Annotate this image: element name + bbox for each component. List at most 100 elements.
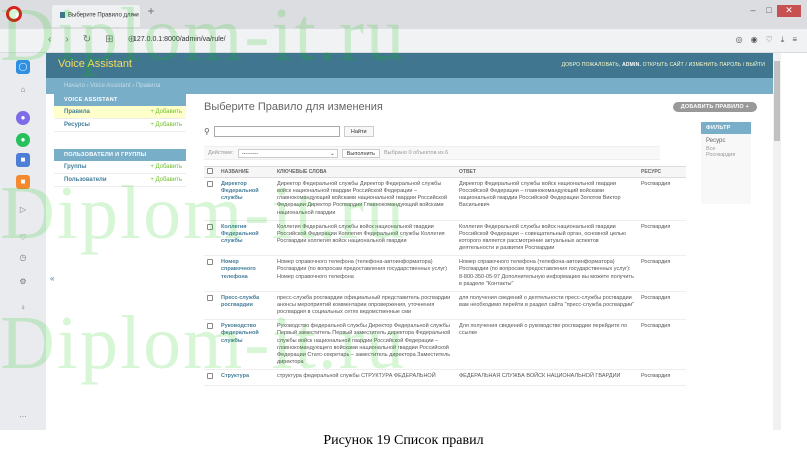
rule-resource: Росгвардия xyxy=(638,220,686,257)
search-input[interactable] xyxy=(213,126,340,137)
new-tab-icon[interactable]: + xyxy=(144,5,158,19)
table-row[interactable]: Коллегия Федеральной службы Коллегия Феде… xyxy=(204,220,686,257)
history-icon[interactable]: ◷ xyxy=(16,251,30,265)
col-header-answer[interactable]: ОТВЕТ xyxy=(456,166,638,178)
chevron-down-icon: ⌄ xyxy=(330,150,335,157)
nav-item-groups[interactable]: Группы + Добавить xyxy=(54,161,186,174)
row-checkbox[interactable] xyxy=(207,323,213,330)
bookmarks-icon[interactable]: ♡ xyxy=(16,231,30,245)
run-action-button[interactable]: Выполнить xyxy=(341,148,380,158)
page-scrollbar[interactable] xyxy=(773,53,781,430)
rule-name-link[interactable]: Структура xyxy=(218,369,274,387)
url-field[interactable]: 127.0.0.1:8000/admin/va/rule/ xyxy=(133,36,226,43)
player-icon[interactable]: ▷ xyxy=(16,203,30,217)
rule-keywords: структура федеральной службы СТРУКТУРА Ф… xyxy=(274,369,456,387)
table-header-row: НАЗВАНИЕ КЛЮЧЕВЫЕ СЛОВА ОТВЕТ РЕСУРС xyxy=(204,166,686,178)
workspace-icon[interactable]: ◯ xyxy=(16,60,30,74)
site-name[interactable]: Voice Assistant xyxy=(58,58,132,70)
table-row[interactable]: Директор Федеральной службы Директор Феде… xyxy=(204,177,686,221)
close-tab-icon[interactable]: ✕ xyxy=(132,12,137,19)
select-all-checkbox[interactable] xyxy=(207,168,213,174)
menu-icon[interactable]: ≡ xyxy=(792,35,797,45)
table-row[interactable]: Номер справочного телефона Номер справочн… xyxy=(204,255,686,292)
home-icon[interactable]: ⌂ xyxy=(16,83,30,97)
filter-title: ФИЛЬТР xyxy=(701,122,751,134)
col-header-name[interactable]: НАЗВАНИЕ xyxy=(218,166,274,178)
row-checkbox-cell[interactable] xyxy=(204,220,218,257)
breadcrumb-app[interactable]: Voice Assistant xyxy=(90,83,130,89)
rule-name-link[interactable]: Номер справочного телефона xyxy=(218,255,274,292)
table-row[interactable]: Структура структура федеральной службы СТ… xyxy=(204,369,686,387)
username: ADMIN. xyxy=(622,62,642,68)
settings-icon[interactable]: ⚙ xyxy=(16,275,30,289)
user-links[interactable]: ОТКРЫТЬ САЙТ / ИЗМЕНИТЬ ПАРОЛЬ / ВЫЙТИ xyxy=(643,62,765,68)
nav-item-users[interactable]: Пользователи + Добавить xyxy=(54,174,186,187)
select-all-checkbox-cell[interactable] xyxy=(204,166,218,178)
rule-name-link[interactable]: Пресс-служба росгвардии xyxy=(218,291,274,321)
rule-keywords: Директор Федеральной службы Директор Фед… xyxy=(274,177,456,221)
admin-nav-sidebar: VOICE ASSISTANT Правила + Добавить Ресурс… xyxy=(54,94,186,187)
page-title: Выберите Правило для изменения xyxy=(204,101,383,113)
filter-resource-heading: Ресурс xyxy=(706,138,726,144)
nav-caption-users-groups[interactable]: ПОЛЬЗОВАТЕЛИ И ГРУППЫ xyxy=(54,149,186,161)
forward-icon[interactable]: › xyxy=(65,34,68,45)
row-checkbox[interactable] xyxy=(207,223,213,230)
rule-name-link[interactable]: Руководство федеральной службы xyxy=(218,319,274,371)
messenger-icon[interactable]: ● xyxy=(16,111,30,125)
reload-icon[interactable]: ↻ xyxy=(83,34,91,45)
action-select[interactable]: --------- ⌄ xyxy=(237,148,338,158)
tips-icon[interactable]: ♀ xyxy=(16,301,30,315)
close-window-icon[interactable]: ✕ xyxy=(777,5,801,17)
add-user-link[interactable]: + Добавить xyxy=(150,177,182,183)
screenshot: Выберите Правило для и ✕ + – □ ✕ ‹ › ↻ ⊞… xyxy=(0,0,807,430)
opera-logo-icon[interactable] xyxy=(6,6,22,22)
row-checkbox[interactable] xyxy=(207,294,213,301)
row-checkbox[interactable] xyxy=(207,181,213,187)
nav-item-rules[interactable]: Правила + Добавить xyxy=(54,106,186,119)
rule-name-link[interactable]: Директор Федеральной службы xyxy=(218,177,274,221)
camera-icon[interactable]: ◎ xyxy=(736,35,743,45)
row-checkbox-cell[interactable] xyxy=(204,319,218,371)
rule-resource: Росгвардия xyxy=(638,177,686,221)
speed-dial-icon[interactable]: ⊞ xyxy=(105,34,113,45)
instagram-icon[interactable]: ■ xyxy=(16,175,30,189)
back-icon[interactable]: ‹ xyxy=(48,34,51,45)
col-header-resource[interactable]: РЕСУРС xyxy=(638,166,686,178)
row-checkbox-cell[interactable] xyxy=(204,177,218,221)
tab-title: Выберите Правило для и xyxy=(68,12,139,19)
add-group-link[interactable]: + Добавить xyxy=(150,164,182,170)
collapse-sidebar-button[interactable]: « xyxy=(50,274,54,283)
col-header-keywords[interactable]: КЛЮЧЕВЫЕ СЛОВА xyxy=(274,166,456,178)
more-icon[interactable]: … xyxy=(16,408,30,422)
rules-table: НАЗВАНИЕ КЛЮЧЕВЫЕ СЛОВА ОТВЕТ РЕСУРС Дир… xyxy=(204,166,686,387)
row-checkbox-cell[interactable] xyxy=(204,291,218,321)
vk-icon[interactable]: ■ xyxy=(16,153,30,167)
row-checkbox-cell[interactable] xyxy=(204,255,218,292)
opera-sidebar: ◯ ⌂ ● ● ■ ■ ▷ ♡ ◷ ⚙ ♀ … xyxy=(0,53,46,430)
search-button[interactable]: Найти xyxy=(343,126,374,137)
rule-keywords: Руководство федеральной службы Директор … xyxy=(274,319,456,371)
add-rule-link[interactable]: + Добавить xyxy=(150,109,182,115)
row-checkbox-cell[interactable] xyxy=(204,369,218,387)
table-row[interactable]: Пресс-служба росгвардии пресс-служба росг… xyxy=(204,291,686,321)
row-checkbox[interactable] xyxy=(207,373,213,380)
nav-item-resources[interactable]: Ресурсы + Добавить xyxy=(54,119,186,132)
browser-tab[interactable]: Выберите Правило для и xyxy=(52,5,140,27)
scroll-thumb[interactable] xyxy=(774,61,780,141)
whatsapp-icon[interactable]: ● xyxy=(16,133,30,147)
maximize-icon[interactable]: □ xyxy=(761,5,777,17)
heart-icon[interactable]: ♡ xyxy=(766,35,773,45)
add-resource-link[interactable]: + Добавить xyxy=(150,122,182,128)
rule-name-link[interactable]: Коллегия Федеральной службы xyxy=(218,220,274,257)
table-row[interactable]: Руководство федеральной службы Руководств… xyxy=(204,319,686,371)
breadcrumb-home[interactable]: Начало xyxy=(64,83,85,89)
row-checkbox[interactable] xyxy=(207,259,213,266)
nav-caption-voice-assistant[interactable]: VOICE ASSISTANT xyxy=(54,94,186,106)
add-rule-button[interactable]: ДОБАВИТЬ ПРАВИЛО + xyxy=(672,102,757,112)
actions-bar: Действие: --------- ⌄ Выполнить Выбрано 0… xyxy=(204,146,660,160)
address-bar-tools: ◎ ◉ ♡ ⤓ ≡ xyxy=(736,35,797,45)
minimize-icon[interactable]: – xyxy=(745,5,761,17)
vpn-icon[interactable]: ◉ xyxy=(751,35,758,45)
download-icon[interactable]: ⤓ xyxy=(781,35,785,45)
filter-options[interactable]: Все Росгвардия xyxy=(701,146,751,158)
